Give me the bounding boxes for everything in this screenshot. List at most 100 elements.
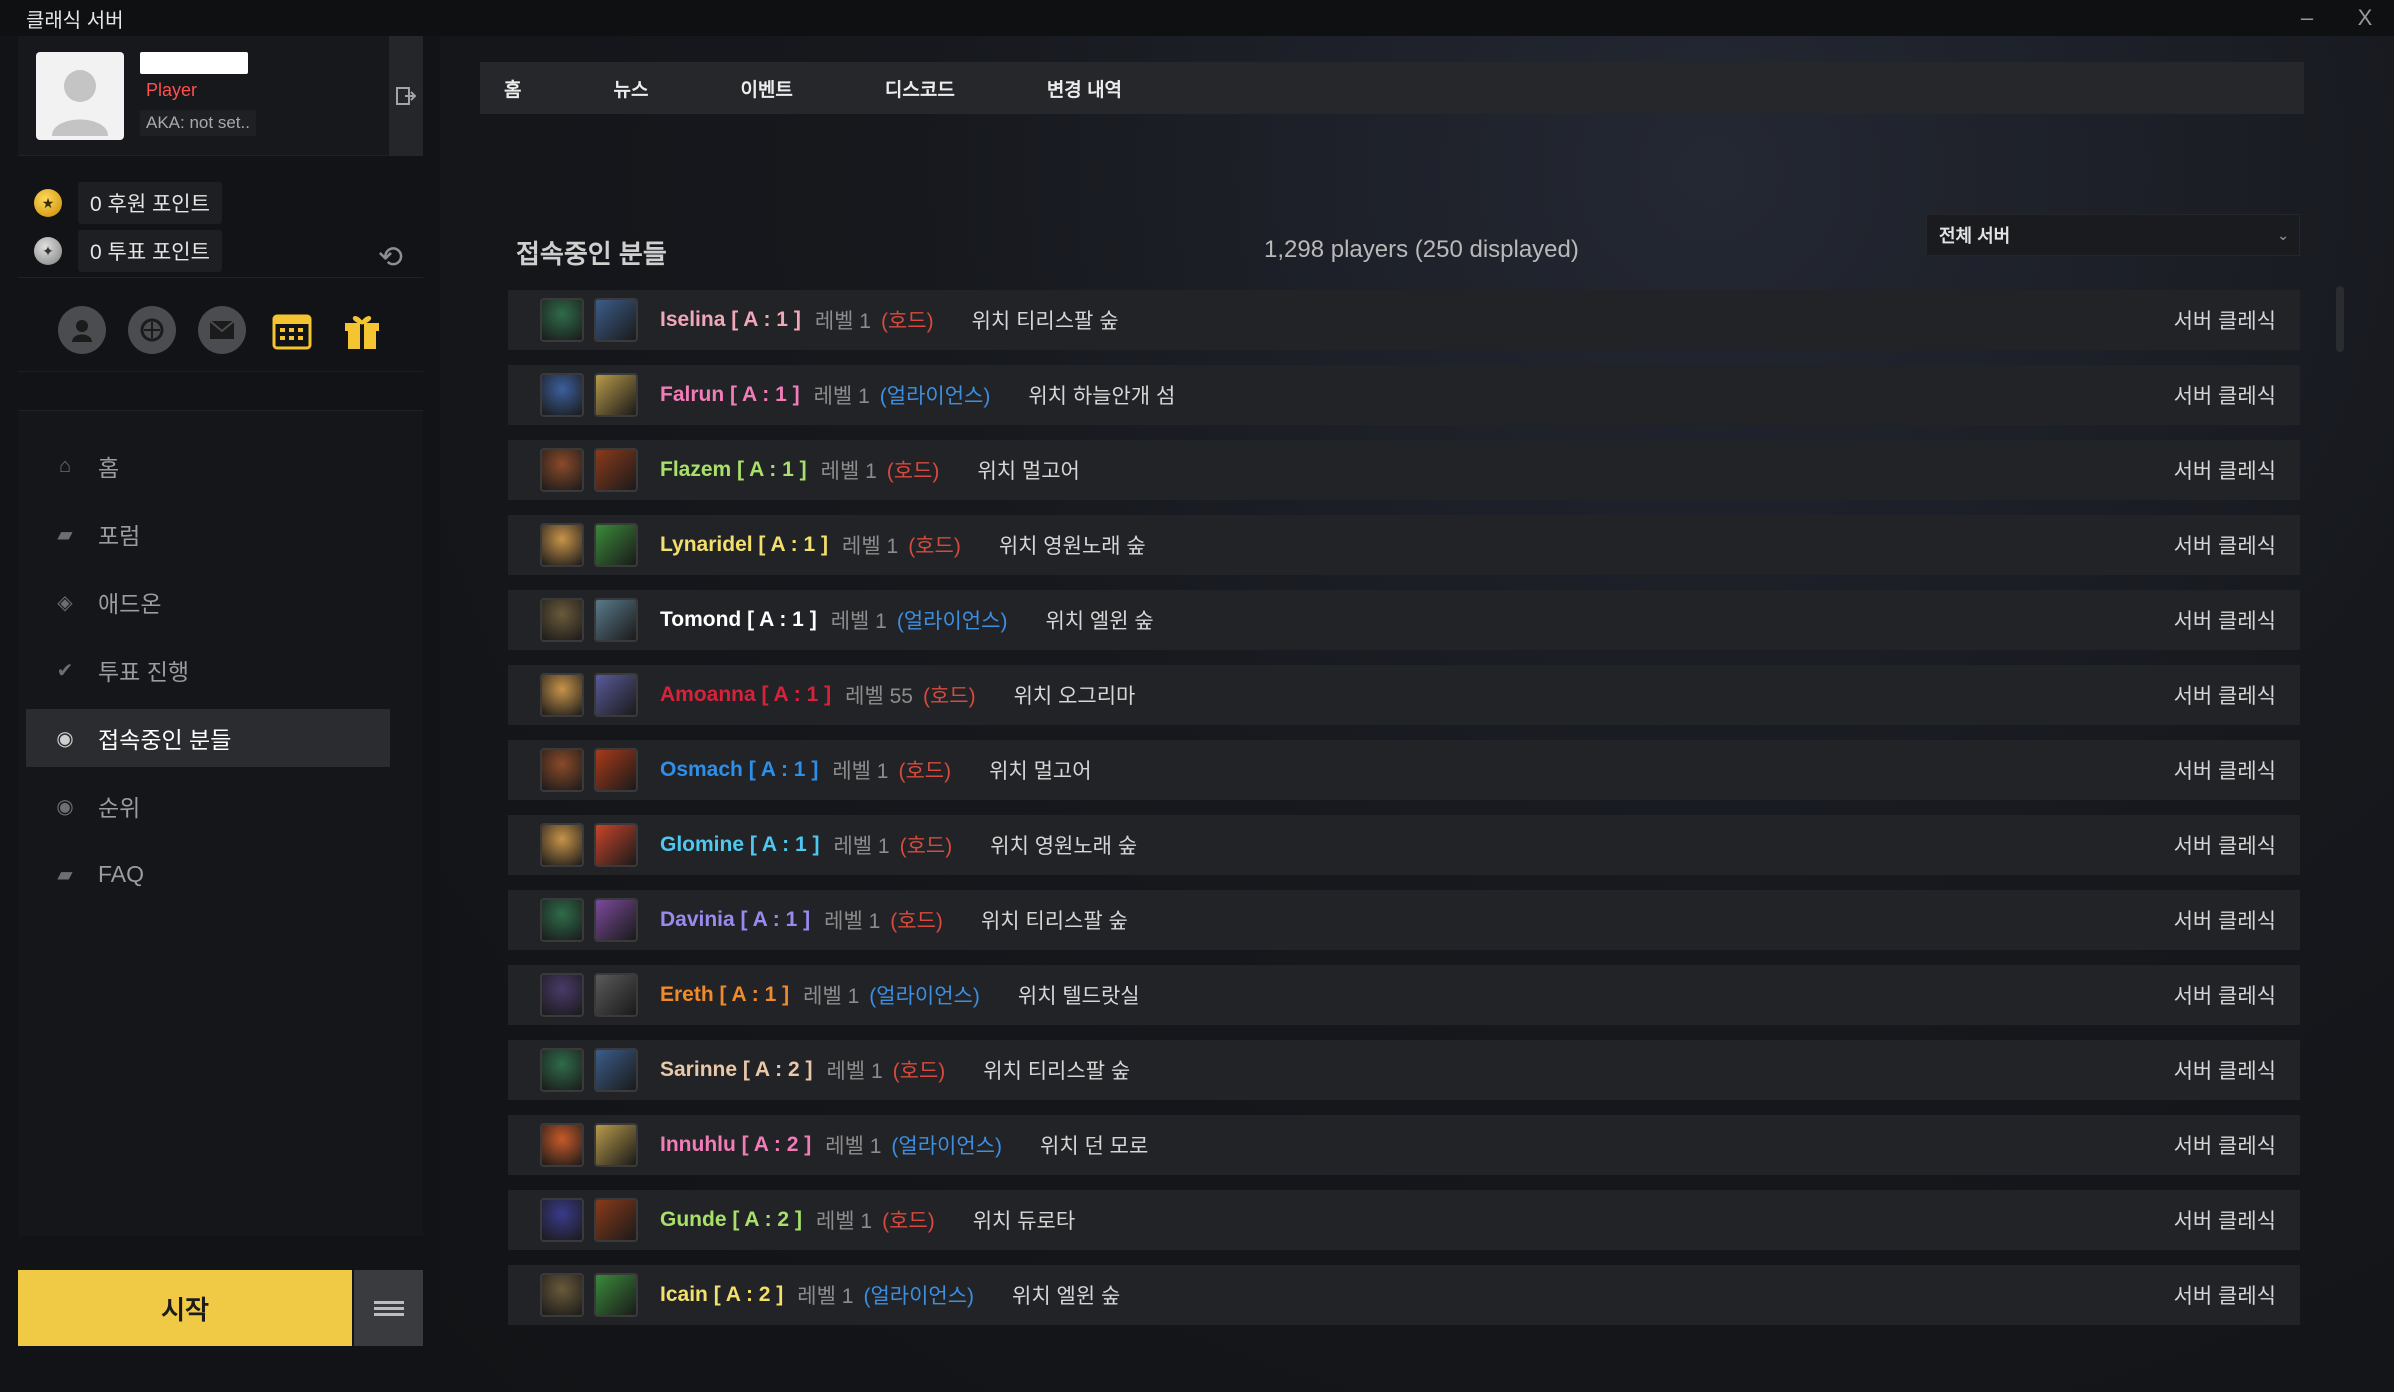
addon-icon: ◈	[57, 591, 73, 614]
tab-events[interactable]: 이벤트	[740, 75, 792, 102]
race-portrait-icon	[540, 598, 584, 642]
player-row[interactable]: Osmach [ A : 1 ] 레벨 1 (호드) 위치 멀고어 서버 클레식	[508, 740, 2300, 800]
start-button[interactable]: 시작	[18, 1270, 352, 1346]
player-name[interactable]: Icain [ A : 2 ]	[660, 1283, 783, 1307]
chevron-down-icon: ⌄	[2277, 226, 2289, 243]
player-server: 서버 클레식	[2173, 685, 2276, 708]
player-name[interactable]: Iselina [ A : 1 ]	[660, 308, 801, 332]
avatar[interactable]	[36, 52, 124, 140]
player-row[interactable]: Gunde [ A : 2 ] 레벨 1 (호드) 위치 듀로타 서버 클레식	[508, 1190, 2300, 1250]
player-faction: (호드)	[908, 535, 961, 558]
top-tabs: 홈 뉴스 이벤트 디스코드 변경 내역	[480, 62, 2304, 114]
class-icon	[594, 298, 638, 342]
username-redacted	[140, 52, 248, 74]
class-icon	[594, 373, 638, 417]
user-silhouette-icon	[52, 70, 108, 136]
player-name[interactable]: Davinia [ A : 1 ]	[660, 908, 810, 932]
forum-icon: ▰	[57, 523, 73, 546]
player-row[interactable]: Falrun [ A : 1 ] 레벨 1 (얼라이언스) 위치 하늘안개 섬 …	[508, 365, 2300, 425]
armory-icon[interactable]	[128, 305, 176, 354]
sidebar: Player AKA: not set.. ★ 0 후원 포인트 ✦ 0 투표 …	[18, 36, 423, 1236]
player-location: 위치 멀고어	[977, 460, 1080, 483]
sidebar-item-faq[interactable]: ▰ FAQ	[26, 845, 390, 903]
player-row[interactable]: Tomond [ A : 1 ] 레벨 1 (얼라이언스) 위치 엘윈 숲 서버…	[508, 590, 2300, 650]
player-row[interactable]: Lynaridel [ A : 1 ] 레벨 1 (호드) 위치 영원노래 숲 …	[508, 515, 2300, 575]
class-icon	[594, 1198, 638, 1242]
player-row[interactable]: Amoanna [ A : 1 ] 레벨 55 (호드) 위치 오그리마 서버 …	[508, 665, 2300, 725]
server-filter-select[interactable]: 전체 서버 ⌄	[1926, 214, 2300, 256]
player-row[interactable]: Iselina [ A : 1 ] 레벨 1 (호드) 위치 티리스팔 숲 서버…	[508, 290, 2300, 350]
tab-news[interactable]: 뉴스	[613, 75, 648, 102]
minimize-button[interactable]: –	[2278, 0, 2336, 36]
player-location: 위치 티리스팔 숲	[980, 910, 1128, 933]
player-faction: (호드)	[899, 835, 953, 858]
player-location: 위치 엘윈 숲	[1012, 1285, 1121, 1308]
player-row[interactable]: Glomine [ A : 1 ] 레벨 1 (호드) 위치 영원노래 숲 서버…	[508, 815, 2300, 875]
player-server: 서버 클레식	[2173, 985, 2276, 1008]
close-button[interactable]: X	[2336, 0, 2394, 36]
player-name[interactable]: Amoanna [ A : 1 ]	[660, 683, 831, 707]
race-portrait-icon	[540, 748, 584, 792]
player-server: 서버 클레식	[2173, 535, 2276, 558]
sidebar-item-ranking[interactable]: ◉ 순위	[26, 777, 390, 835]
race-portrait-icon	[540, 523, 584, 567]
tab-home[interactable]: 홈	[504, 75, 521, 102]
player-faction: (호드)	[922, 685, 976, 708]
sidebar-item-home[interactable]: ⌂ 홈	[26, 437, 390, 495]
sidebar-item-label: FAQ	[98, 860, 145, 887]
sidebar-item-vote[interactable]: ✔ 투표 진행	[26, 641, 390, 699]
player-name[interactable]: Falrun [ A : 1 ]	[660, 383, 800, 407]
class-icon	[594, 448, 638, 492]
sidebar-item-online[interactable]: ◉ 접속중인 분들	[26, 709, 390, 767]
home-icon: ⌂	[58, 454, 72, 477]
player-level: 레벨 55	[845, 685, 913, 708]
player-server: 서버 클레식	[2173, 610, 2276, 633]
sidebar-item-forum[interactable]: ▰ 포럼	[26, 505, 390, 563]
player-level: 레벨 1	[824, 910, 881, 933]
player-location: 위치 티리스팔 숲	[971, 310, 1119, 333]
player-name[interactable]: Innuhlu [ A : 2 ]	[660, 1133, 811, 1157]
logout-button[interactable]	[389, 36, 423, 156]
vote-icon: ✔	[56, 659, 74, 682]
scrollbar[interactable]	[2336, 286, 2344, 352]
player-name[interactable]: Glomine [ A : 1 ]	[660, 833, 819, 857]
gift-icon[interactable]	[338, 306, 386, 354]
player-name[interactable]: Tomond [ A : 1 ]	[660, 608, 817, 632]
refresh-icon[interactable]: ⟲	[378, 240, 403, 275]
mail-icon[interactable]	[198, 305, 246, 354]
race-portrait-icon	[540, 373, 584, 417]
player-row[interactable]: Innuhlu [ A : 2 ] 레벨 1 (얼라이언스) 위치 던 모로 서…	[508, 1115, 2300, 1175]
calendar-icon[interactable]	[268, 306, 316, 354]
online-players-list: Iselina [ A : 1 ] 레벨 1 (호드) 위치 티리스팔 숲 서버…	[508, 288, 2300, 1348]
class-icon	[594, 973, 638, 1017]
player-row[interactable]: Ereth [ A : 1 ] 레벨 1 (얼라이언스) 위치 텔드랏실 서버 …	[508, 965, 2300, 1025]
player-name[interactable]: Ereth [ A : 1 ]	[660, 983, 789, 1007]
sidebar-item-addons[interactable]: ◈ 애드온	[26, 573, 390, 631]
player-level: 레벨 1	[826, 1060, 883, 1083]
player-name[interactable]: Sarinne [ A : 2 ]	[660, 1058, 812, 1082]
player-row[interactable]: Icain [ A : 2 ] 레벨 1 (얼라이언스) 위치 엘윈 숲 서버 …	[508, 1265, 2300, 1325]
hamburger-menu-button[interactable]	[354, 1270, 423, 1346]
tab-discord[interactable]: 디스코드	[885, 75, 955, 102]
faq-icon: ▰	[57, 863, 73, 886]
player-faction: (호드)	[880, 310, 934, 333]
player-faction: (얼라이언스)	[863, 1285, 975, 1308]
player-server: 서버 클레식	[2173, 1285, 2276, 1308]
player-name[interactable]: Osmach [ A : 1 ]	[660, 758, 818, 782]
aka-label: AKA: not set..	[140, 110, 256, 136]
player-name[interactable]: Lynaridel [ A : 1 ]	[660, 533, 828, 557]
player-row[interactable]: Sarinne [ A : 2 ] 레벨 1 (호드) 위치 티리스팔 숲 서버…	[508, 1040, 2300, 1100]
player-row[interactable]: Flazem [ A : 1 ] 레벨 1 (호드) 위치 멀고어 서버 클레식	[508, 440, 2300, 500]
player-level: 레벨 1	[814, 310, 871, 333]
user-role: Player	[146, 80, 198, 100]
player-name[interactable]: Flazem [ A : 1 ]	[660, 458, 807, 482]
tab-changelog[interactable]: 변경 내역	[1047, 75, 1122, 102]
account-icon[interactable]	[58, 305, 106, 354]
class-icon	[594, 673, 638, 717]
player-level: 레벨 1	[832, 760, 889, 783]
player-location: 위치 던 모로	[1040, 1135, 1149, 1158]
player-name[interactable]: Gunde [ A : 2 ]	[660, 1208, 802, 1232]
player-location: 위치 텔드랏실	[1017, 985, 1140, 1008]
race-portrait-icon	[540, 1198, 584, 1242]
player-row[interactable]: Davinia [ A : 1 ] 레벨 1 (호드) 위치 티리스팔 숲 서버…	[508, 890, 2300, 950]
